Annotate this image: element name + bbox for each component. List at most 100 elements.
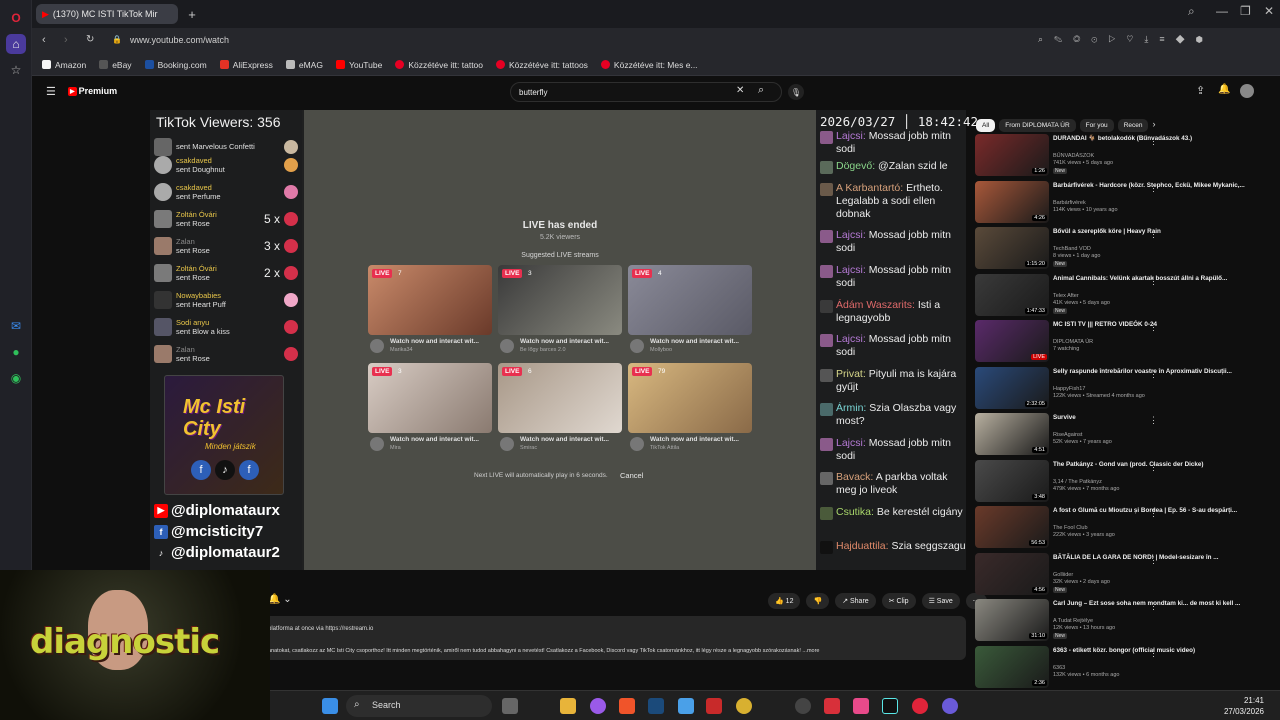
- chip-all[interactable]: All: [976, 119, 996, 132]
- notifications-icon[interactable]: 🔔: [1218, 84, 1230, 95]
- rec-more-icon[interactable]: ⋮: [1149, 462, 1158, 473]
- rec-thumbnail[interactable]: 2:32:05: [975, 366, 1049, 409]
- rec-more-icon[interactable]: ⋮: [1149, 415, 1158, 426]
- suggested-live-card[interactable]: LIVE 3 Watch now and interact wit... Be lőg…: [498, 265, 622, 363]
- video-player[interactable]: TikTok Viewers: 356 sent Marvelous Confe…: [150, 110, 978, 570]
- bookmark-booking[interactable]: Booking.com: [144, 60, 207, 70]
- rec-thumbnail[interactable]: 4:51: [975, 413, 1049, 455]
- photos-icon[interactable]: [678, 698, 694, 714]
- suggested-live-card[interactable]: LIVE 6 Watch now and interact wit... Smirac: [498, 363, 622, 461]
- rec-video-item[interactable]: 4:56 BĂTĂLIA DE LA GARA DE NORD! | Model-…: [974, 552, 1280, 597]
- rec-title[interactable]: BĂTĂLIA DE LA GARA DE NORD! | Model-sesi…: [1053, 554, 1265, 562]
- rec-channel[interactable]: HappyFish17: [1053, 386, 1085, 392]
- rec-video-item[interactable]: LIVE MC ISTI TV ||| RETRO VIDEÓK 0-24 DIPL…: [974, 320, 1280, 364]
- rec-title[interactable]: MC ISTI TV ||| RETRO VIDEÓK 0-24: [1053, 321, 1265, 329]
- bell-icon[interactable]: 🔔 ⌄: [268, 594, 292, 605]
- rec-title[interactable]: Carl Jung – Ezt sose soha nem mondtam ki…: [1053, 600, 1265, 608]
- rec-channel[interactable]: TechBand VOD: [1053, 246, 1091, 252]
- rec-thumbnail[interactable]: 56:53: [975, 506, 1049, 548]
- rec-video-item[interactable]: 56:53 A fost o Glumă cu Mioutzu și Bordea…: [974, 506, 1280, 550]
- rec-thumbnail[interactable]: 4:56: [975, 552, 1049, 595]
- suggested-live-card[interactable]: LIVE 4 Watch now and interact wit... Mollyb…: [628, 265, 752, 363]
- chip-from-diplomata[interactable]: From DIPLOMATA ÚR: [999, 119, 1076, 132]
- star-icon[interactable]: ☆: [6, 60, 26, 80]
- bookmark-youtube[interactable]: YouTube: [335, 60, 382, 70]
- rec-more-icon[interactable]: ⋮: [1149, 648, 1158, 659]
- rec-channel[interactable]: RiseAgainst: [1053, 432, 1082, 438]
- avatar[interactable]: [1240, 84, 1254, 98]
- rec-channel[interactable]: Golliider: [1053, 572, 1073, 578]
- url-field[interactable]: www.youtube.com/watch: [130, 35, 229, 45]
- bookmark-ebay[interactable]: eBay: [99, 60, 132, 70]
- file-explorer-icon[interactable]: [560, 698, 576, 714]
- whatsapp-icon[interactable]: ●: [6, 342, 26, 362]
- messenger-taskbar-icon[interactable]: [590, 698, 606, 714]
- rec-channel[interactable]: BŰNVADÁSZOK: [1053, 153, 1094, 159]
- rec-thumbnail[interactable]: 1:15:20: [975, 227, 1049, 269]
- maximize-button[interactable]: ❐: [1240, 4, 1251, 18]
- suggested-live-card[interactable]: LIVE 7 Watch now and interact wit... Marika…: [368, 265, 492, 363]
- search-tabs-icon[interactable]: ⌕: [1188, 4, 1195, 19]
- search-icon[interactable]: ⌕: [758, 84, 764, 97]
- rec-more-icon[interactable]: ⋮: [1149, 601, 1158, 612]
- rec-more-icon[interactable]: ⋮: [1149, 183, 1158, 194]
- rec-title[interactable]: DURANDAI 🐐 betolakodók (Bűnvadászok 43.): [1053, 135, 1265, 143]
- chips-next-icon[interactable]: ›: [1152, 119, 1155, 129]
- taskbar-search[interactable]: ⌕ Search: [346, 695, 492, 717]
- rec-video-item[interactable]: 3:48 The Patkányz - Gond van (prod. Class…: [974, 459, 1280, 504]
- rec-thumbnail[interactable]: 31:10: [975, 599, 1049, 641]
- rec-video-item[interactable]: 31:10 Carl Jung – Ezt sose soha nem mondt…: [974, 599, 1280, 643]
- rec-thumbnail[interactable]: 4:26: [975, 180, 1049, 223]
- video-description[interactable]: platforma at once via https://restream.i…: [150, 616, 966, 660]
- rec-title[interactable]: Animal Cannibals: Velünk akartak bosszút…: [1053, 275, 1265, 283]
- rec-video-item[interactable]: 4:26 Barbárfivérek - Hardcore (közr. Step…: [974, 180, 1280, 225]
- rec-more-icon[interactable]: ⋮: [1149, 369, 1158, 380]
- rec-more-icon[interactable]: ⋮: [1149, 276, 1158, 287]
- rec-title[interactable]: Bővül a szereplők köre | Heavy Rain: [1053, 228, 1265, 236]
- windows-start-icon[interactable]: [322, 698, 338, 714]
- youtube-logo[interactable]: ▶ Premium: [68, 86, 117, 96]
- rec-video-item[interactable]: 4:51 Survive RiseAgainst 52K views • 7 year…: [974, 413, 1280, 457]
- rec-video-item[interactable]: 2:32:05 Selly raspunde întrebărilor voast…: [974, 366, 1280, 411]
- tiktok-taskbar-icon[interactable]: [882, 698, 898, 714]
- cancel-button[interactable]: Cancel: [620, 471, 643, 480]
- spotify-icon[interactable]: ◉: [6, 368, 26, 388]
- rec-title[interactable]: The Patkányz - Gond van (prod. Classic d…: [1053, 461, 1265, 469]
- chip-for-you[interactable]: For you: [1079, 119, 1114, 132]
- bookmark-pinterest-tattoo[interactable]: Közzétéve itt: tattoo: [395, 60, 483, 70]
- tab-youtube[interactable]: ▶ (1370) MC ISTI TikTok Mir: [36, 4, 178, 24]
- rec-channel[interactable]: DIPLOMATA ÚR: [1053, 339, 1093, 345]
- tiktok-studio-icon[interactable]: [853, 698, 869, 714]
- rec-more-icon[interactable]: ⋮: [1149, 229, 1158, 240]
- rec-more-icon[interactable]: ⋮: [1149, 555, 1158, 566]
- rec-video-item[interactable]: 2:36 6363 - etikett közr. bongor (officia…: [974, 645, 1280, 690]
- rec-video-item[interactable]: 1:15:20 Bővül a szereplők köre | Heavy Ra…: [974, 227, 1280, 271]
- steam-icon[interactable]: [648, 698, 664, 714]
- obs-icon[interactable]: [795, 698, 811, 714]
- upload-icon[interactable]: ⇪: [1196, 84, 1205, 97]
- rec-more-icon[interactable]: ⋮: [1149, 322, 1158, 333]
- like-button[interactable]: 👍 12: [768, 593, 801, 609]
- rec-channel[interactable]: Telex After: [1053, 293, 1079, 299]
- close-window-button[interactable]: ✕: [1264, 4, 1274, 18]
- chip-recent[interactable]: Recen: [1117, 119, 1149, 132]
- opera-logo-icon[interactable]: O: [6, 8, 26, 28]
- cortana-icon[interactable]: [942, 698, 958, 714]
- rec-channel[interactable]: 3,14 / The Patkányz: [1053, 479, 1102, 485]
- rec-thumbnail[interactable]: 1:47:33: [975, 273, 1049, 316]
- rec-more-icon[interactable]: ⋮: [1149, 508, 1158, 519]
- rec-title[interactable]: Selly raspunde întrebărilor voastre în A…: [1053, 368, 1265, 376]
- clip-button[interactable]: ✂ Clip: [881, 593, 916, 609]
- suggested-live-card[interactable]: LIVE 3 Watch now and interact wit... Mira: [368, 363, 492, 461]
- rec-video-item[interactable]: 1:26 DURANDAI 🐐 betolakodók (Bűnvadászok …: [974, 134, 1280, 178]
- tf-icon[interactable]: [706, 698, 722, 714]
- new-tab-button[interactable]: +: [184, 6, 200, 22]
- bookmark-aliexpress[interactable]: AliExpress: [219, 60, 273, 70]
- mic-icon[interactable]: 🎙: [788, 84, 804, 100]
- wps-icon[interactable]: [824, 698, 840, 714]
- rec-thumbnail[interactable]: LIVE: [975, 320, 1049, 362]
- rec-video-item[interactable]: 1:47:33 Animal Cannibals: Velünk akartak …: [974, 273, 1280, 318]
- brave-icon[interactable]: [619, 698, 635, 714]
- back-icon[interactable]: ‹: [42, 34, 46, 46]
- forward-icon[interactable]: ›: [64, 34, 68, 46]
